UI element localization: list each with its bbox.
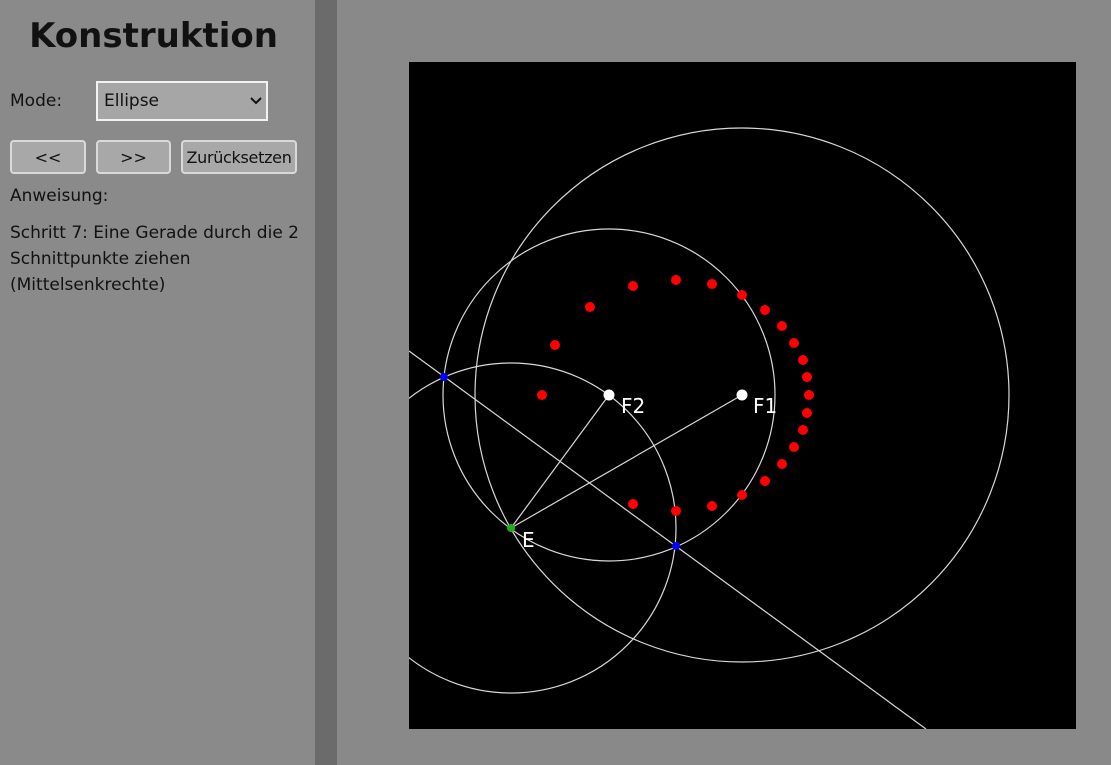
construction-svg: F2 F1 E — [409, 127, 1010, 729]
ellipse-point — [798, 425, 808, 435]
ellipse-point — [798, 355, 808, 365]
ellipse-point — [707, 279, 717, 289]
previous-step-button[interactable]: << — [10, 140, 86, 174]
next-step-button[interactable]: >> — [96, 140, 171, 174]
panel-divider[interactable] — [315, 0, 337, 765]
sidebar: Konstruktion Mode: Ellipse << >> Zurücks… — [0, 0, 315, 765]
ellipse-point — [550, 340, 560, 350]
focus-point-f1[interactable] — [736, 389, 748, 401]
ellipse-point — [789, 338, 799, 348]
ellipse-point — [777, 459, 787, 469]
ellipse-point — [537, 390, 547, 400]
ellipse-point — [777, 321, 787, 331]
ellipse-point — [804, 390, 814, 400]
mode-select[interactable]: Ellipse — [96, 81, 268, 121]
chevron-down-icon — [246, 94, 266, 108]
ellipse-point — [760, 305, 770, 315]
ellipse-point — [737, 290, 747, 300]
perpendicular-bisector-line — [409, 350, 927, 729]
intersection-point[interactable] — [672, 542, 680, 550]
segment-e-f2 — [510, 394, 610, 529]
page-title: Konstruktion — [29, 16, 278, 56]
ellipse-point — [707, 501, 717, 511]
instruction-label: Anweisung: — [10, 186, 109, 206]
ellipse-point — [789, 442, 799, 452]
focus-point-f2[interactable] — [603, 389, 615, 401]
mode-label: Mode: — [10, 91, 63, 111]
ellipse-point — [585, 302, 595, 312]
ellipse-point — [671, 275, 681, 285]
mode-select-value: Ellipse — [104, 91, 160, 111]
construction-canvas[interactable]: F2 F1 E — [409, 62, 1076, 729]
ellipse-point — [760, 476, 770, 486]
intersection-point[interactable] — [440, 373, 448, 381]
current-point-e[interactable] — [507, 524, 515, 532]
point-label-e: E — [522, 528, 535, 552]
ellipse-point — [802, 372, 812, 382]
ellipse-point — [671, 506, 681, 516]
ellipse-point — [628, 281, 638, 291]
reset-button[interactable]: Zurücksetzen — [181, 140, 297, 174]
ellipse-point — [802, 408, 812, 418]
focus-label-f1: F1 — [753, 394, 777, 418]
ellipse-point — [737, 490, 747, 500]
focus-label-f2: F2 — [621, 394, 645, 418]
ellipse-point — [628, 499, 638, 509]
instruction-text: Schritt 7: Eine Gerade durch die 2 Schni… — [10, 223, 299, 295]
